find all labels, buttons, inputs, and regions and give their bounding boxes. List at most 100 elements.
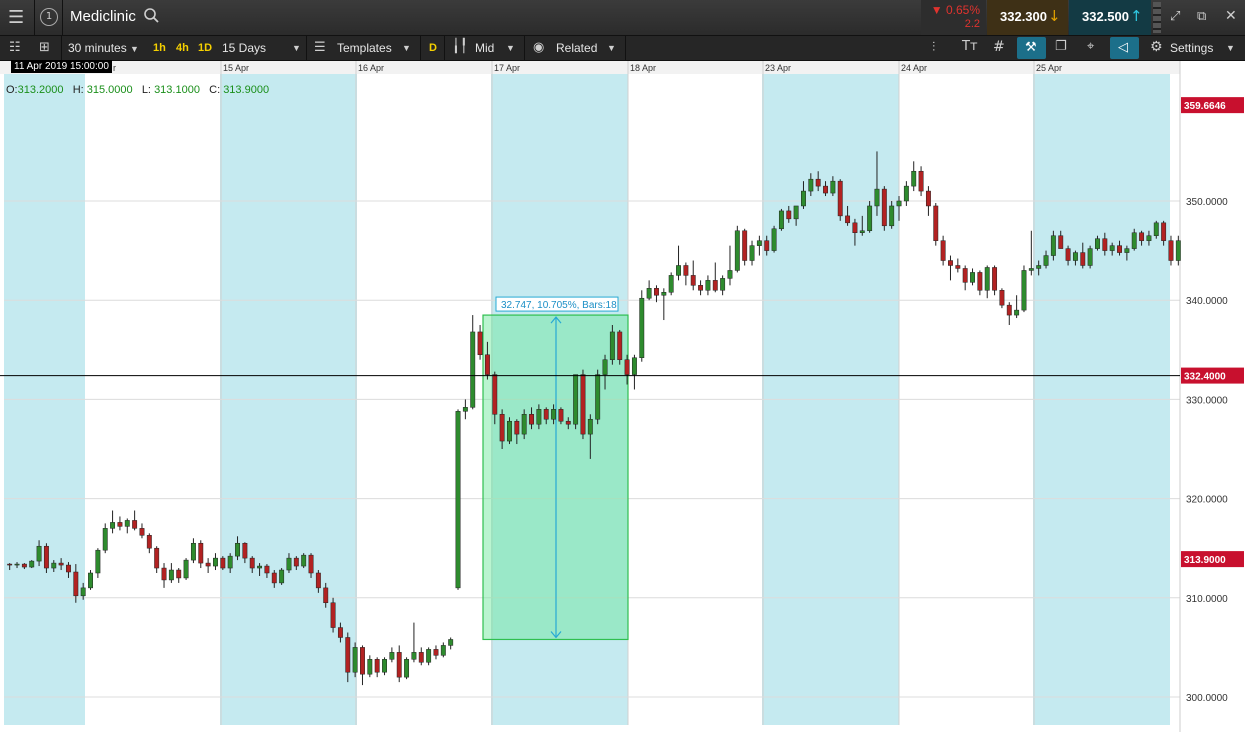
draw-icon: ⚒ [1025, 40, 1037, 55]
candle-body [95, 549, 101, 574]
candle-body [1028, 268, 1034, 271]
change-absolute: 2.2 [964, 18, 980, 30]
candle-body [507, 420, 512, 442]
close-icon[interactable]: ✕ [1225, 8, 1237, 24]
candle-body [543, 409, 549, 420]
candle-body [859, 230, 865, 233]
candle-body [580, 374, 586, 435]
expand-icon[interactable]: ⤢ [1170, 9, 1180, 24]
tag-button[interactable]: ◁ [1110, 37, 1139, 59]
divider [306, 36, 307, 60]
chart-area[interactable]: r 15 Apr 16 Apr 17 Apr 18 Apr 23 Apr 24 Apr 25 … [0, 60, 1245, 732]
ohlc-high-label: H: [72, 84, 84, 96]
ohlc-low: 313.1000 [154, 84, 200, 96]
candle-body [51, 562, 57, 569]
d-badge[interactable]: D [429, 36, 437, 60]
candle-body [962, 268, 968, 283]
chevron-down-icon[interactable]: ▼ [292, 36, 301, 60]
close-price-marker: 313.9000 [1184, 555, 1226, 566]
candle-body [293, 557, 299, 567]
layout-icon[interactable]: ⊞ [39, 40, 50, 55]
scale-icon[interactable]: ⫶ [932, 40, 935, 55]
candle-body [183, 559, 189, 579]
ohlc-readout: O:313.2000 H: 315.0000 L: 313.1000 C: 31… [6, 84, 269, 96]
price-type-dropdown[interactable]: Mid [475, 36, 494, 60]
draw-tool-button[interactable]: ⚒ [1017, 37, 1046, 59]
quick-1h-button[interactable]: 1h [153, 36, 166, 60]
font-size-icon[interactable]: Tт [962, 39, 978, 54]
time-axis-label: 25 Apr [1036, 63, 1062, 73]
candle-body [1080, 252, 1086, 266]
arrow-up-icon: ↑ [1130, 7, 1143, 25]
candle-body [7, 563, 13, 566]
candle-body [925, 190, 931, 207]
chevron-down-icon[interactable]: ▼ [506, 36, 515, 60]
candle-body [337, 627, 343, 638]
candle-body [940, 240, 946, 261]
y-tick-label: 340.0000 [1186, 296, 1228, 307]
info-circle-icon[interactable]: 1 [40, 8, 58, 26]
ohlc-low-label: L: [141, 84, 151, 96]
candle-body [455, 411, 461, 589]
gear-icon[interactable]: ⚙ [1150, 39, 1163, 55]
candle-body [43, 545, 49, 569]
candle-body [683, 265, 689, 276]
candle-body [345, 637, 351, 673]
candle-body [712, 280, 718, 291]
candle-body [867, 205, 873, 232]
instrument-name[interactable]: Mediclinic [70, 8, 136, 25]
chart-toolbar: ☷ ⊞ 30 minutes ▼ 1h 4h 1D 15 Days ▼ ☰ Te… [0, 36, 1245, 61]
candle-body [977, 272, 983, 291]
candle-body [14, 563, 20, 566]
candle-body [308, 554, 314, 574]
candle-body [499, 414, 505, 442]
candle-body [705, 280, 711, 291]
quick-1d-button[interactable]: 1D [198, 36, 212, 60]
related-dropdown[interactable]: Related [556, 36, 597, 60]
layers-icon[interactable]: ❐ [1055, 39, 1067, 54]
range-dropdown[interactable]: 15 Days [222, 36, 266, 60]
candle-body [330, 602, 336, 628]
ohlc-high: 315.0000 [86, 84, 133, 96]
popout-icon[interactable]: ⧉ [1197, 9, 1206, 24]
candle-body [132, 520, 138, 529]
candle-body [992, 267, 998, 291]
sell-button[interactable]: 332.300 ↓ [987, 0, 1068, 35]
settings-dropdown[interactable]: Settings [1170, 36, 1213, 60]
time-axis-label: 23 Apr [765, 63, 791, 73]
candle-body [727, 270, 733, 279]
chevron-down-icon[interactable]: ▼ [607, 36, 616, 60]
candle-body [301, 554, 307, 567]
chevron-down-icon[interactable]: ▼ [1226, 36, 1235, 60]
candle-body [117, 522, 123, 527]
candle-body [396, 652, 402, 678]
divider [524, 36, 525, 60]
candle-body [66, 564, 71, 573]
candle-body [1006, 304, 1012, 316]
templates-dropdown[interactable]: Templates [337, 36, 392, 60]
candle-body [470, 331, 476, 408]
price-chart[interactable]: r 15 Apr 16 Apr 17 Apr 18 Apr 23 Apr 24 Apr 25 … [0, 61, 1245, 732]
list-icon[interactable]: ☷ [9, 40, 21, 55]
candle-body [690, 275, 696, 286]
search-icon[interactable] [143, 7, 161, 29]
candle-body [124, 520, 130, 527]
grid-icon[interactable]: # [993, 39, 1005, 55]
candle-body [29, 560, 35, 568]
candle-body [190, 542, 196, 561]
chevron-down-icon[interactable]: ▼ [402, 36, 411, 60]
quick-4h-button[interactable]: 4h [176, 36, 189, 60]
related-label: Related [556, 41, 598, 55]
candle-body [1087, 248, 1093, 266]
divider [420, 36, 421, 60]
candle-body [264, 565, 270, 574]
candle-body [1050, 235, 1056, 256]
buy-button[interactable]: 332.500 ↑ [1069, 0, 1151, 35]
time-axis-label: 18 Apr [630, 63, 656, 73]
candle-body [389, 652, 395, 660]
candle-body [771, 228, 777, 251]
interval-dropdown[interactable]: 30 minutes ▼ [68, 36, 139, 60]
crosshair-icon[interactable]: ⌖ [1087, 39, 1094, 54]
menu-icon[interactable]: ☰ [8, 7, 24, 28]
candle-body [374, 659, 380, 673]
